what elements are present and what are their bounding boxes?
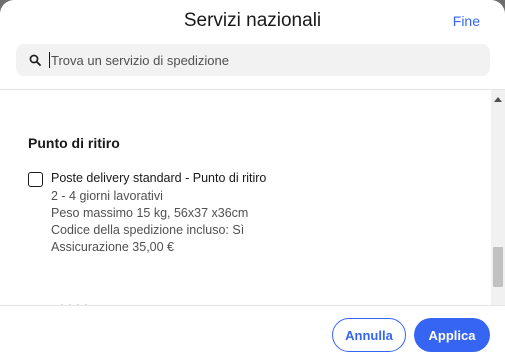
apply-button[interactable]: Applica [414,318,490,352]
clipped-previous-item: · · · [66,90,86,96]
section-title: Punto di ritiro [28,135,120,151]
search-input[interactable] [51,44,471,76]
dialog-title: Servizi nazionali [183,10,322,31]
service-option-name: Poste delivery standard - Punto di ritir… [51,171,267,185]
done-button[interactable]: Fine [453,13,480,29]
cancel-button[interactable]: Annulla [332,318,406,352]
footer-divider [0,305,505,306]
service-max-weight: Peso massimo 15 kg, 56x37 x36cm [51,206,249,220]
dialog-header: Servizi nazionali Fine [0,0,505,44]
service-delivery-time: 2 - 4 giorni lavorativi [51,189,163,203]
clipped-next-section: · · · · [60,297,89,305]
service-tracking-code: Codice della spedizione incluso: Sì [51,223,245,237]
service-insurance: Assicurazione 35,00 € [51,240,174,254]
text-cursor [49,52,50,68]
shipping-services-dialog: Servizi nazionali Fine · · · Punto di ri… [0,0,505,358]
search-bar[interactable] [16,44,490,76]
scrollbar-thumb[interactable] [493,247,503,287]
scroll-up-arrow-icon[interactable] [494,97,502,102]
service-checkbox[interactable] [28,172,43,187]
services-list[interactable]: · · · Punto di ritiro Poste delivery sta… [0,90,505,305]
search-icon [29,54,41,66]
